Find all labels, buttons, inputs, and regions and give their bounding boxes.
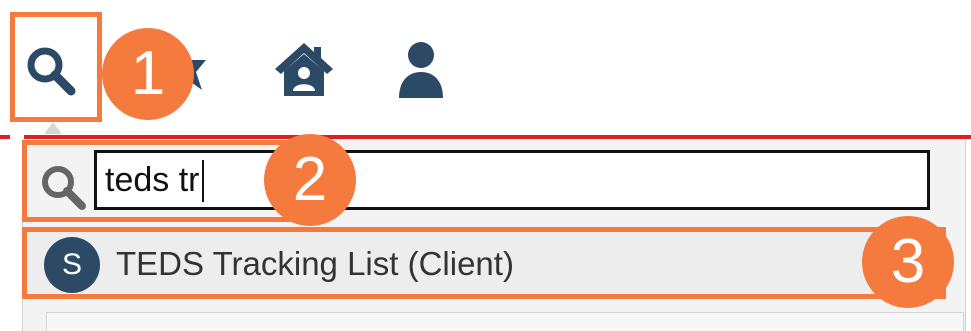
step-callout-1: 1: [102, 28, 194, 120]
search-highlight-box: [10, 12, 102, 122]
home-button[interactable]: [273, 41, 335, 97]
home-icon: [275, 43, 333, 96]
dropdown-footer: [46, 312, 964, 331]
profile-button[interactable]: [396, 40, 446, 98]
result-badge: S: [44, 237, 100, 293]
result-label[interactable]: TEDS Tracking List (Client): [116, 244, 514, 284]
app-page: S TEDS Tracking List (Client) 1 2 3: [0, 0, 971, 331]
step-callout-2: 2: [264, 134, 356, 226]
step-callout-3: 3: [862, 216, 954, 308]
search-input[interactable]: [94, 150, 930, 210]
text-cursor: [202, 160, 204, 202]
dropdown-pointer: [44, 122, 62, 134]
user-icon: [399, 42, 443, 98]
input-search-icon: [38, 162, 88, 212]
